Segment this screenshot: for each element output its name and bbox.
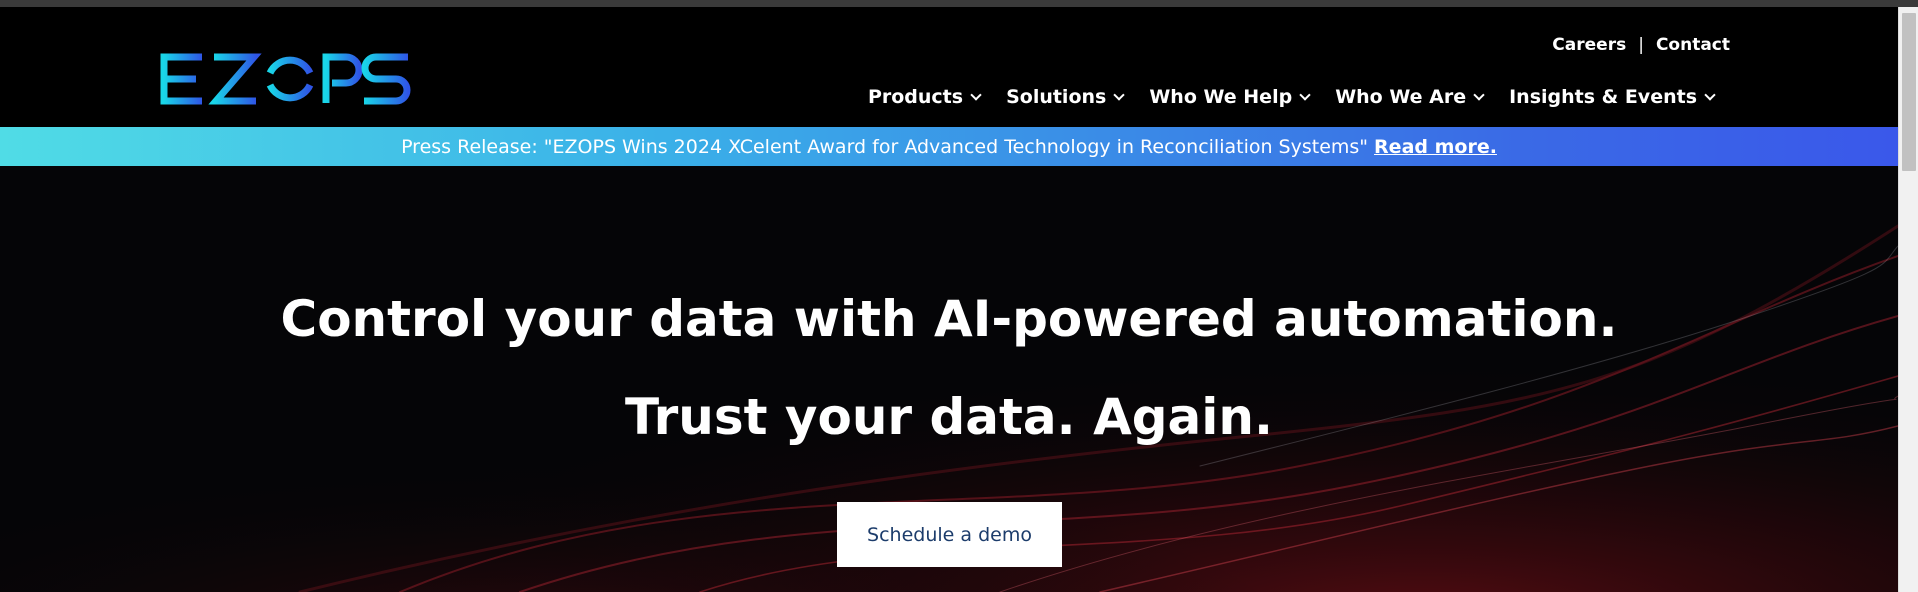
hero-section: Control your data with AI-powered automa… (0, 166, 1898, 592)
scrollbar-thumb[interactable] (1902, 13, 1916, 171)
hero-subheadline: Trust your data. Again. (624, 388, 1274, 446)
nav-item-label: Products (867, 86, 964, 108)
nav-item-label: Insights & Events (1509, 86, 1697, 108)
read-more-link[interactable]: Read more. (1374, 136, 1497, 158)
scrollbar[interactable] (1898, 7, 1918, 592)
nav-item-who-we-help[interactable]: Who We Help (1149, 86, 1311, 108)
chevron-down-icon (1473, 88, 1485, 101)
nav-item-who-we-are[interactable]: Who We Are (1335, 86, 1485, 108)
site-header: Careers | Contact Products Solutions Who… (0, 7, 1898, 127)
chevron-down-icon (1704, 88, 1716, 101)
banner-text: Press Release: "EZOPS Wins 2024 XCelent … (401, 135, 1369, 158)
nav-item-label: Who We Help (1149, 86, 1293, 108)
main-nav: Products Solutions Who We Help Who We Ar… (842, 86, 1716, 108)
browser-top-bar (0, 0, 1918, 7)
ezops-logo[interactable] (158, 51, 412, 107)
chevron-down-icon (1113, 88, 1126, 101)
press-release-banner: Press Release: "EZOPS Wins 2024 XCelent … (0, 127, 1898, 166)
utility-nav: Careers | Contact (1552, 35, 1730, 55)
chevron-down-icon (1299, 88, 1311, 101)
careers-link[interactable]: Careers (1552, 35, 1626, 55)
chevron-down-icon (970, 88, 982, 101)
nav-item-products[interactable]: Products (867, 86, 982, 108)
nav-item-label: Solutions (1006, 86, 1107, 108)
hero-headline: Control your data with AI-powered automa… (280, 290, 1618, 348)
schedule-demo-button[interactable]: Schedule a demo (837, 502, 1062, 567)
contact-link[interactable]: Contact (1656, 35, 1730, 55)
ezops-logo-icon (160, 53, 411, 105)
nav-item-insights-events[interactable]: Insights & Events (1509, 86, 1716, 108)
utility-separator: | (1638, 35, 1644, 55)
nav-item-label: Who We Are (1335, 86, 1467, 108)
nav-item-solutions[interactable]: Solutions (1006, 86, 1126, 108)
